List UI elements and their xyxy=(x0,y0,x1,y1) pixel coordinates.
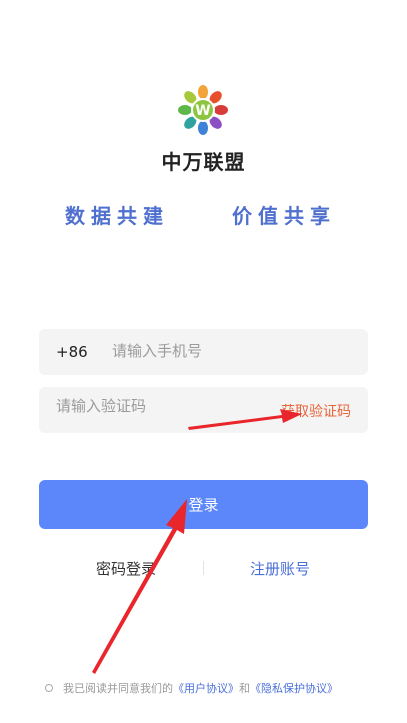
link-divider xyxy=(203,561,204,575)
country-code-selector[interactable]: +86 xyxy=(56,343,88,361)
agreement-connector: 和 xyxy=(239,682,250,695)
verification-code-input[interactable] xyxy=(56,395,256,417)
agreement-checkbox[interactable] xyxy=(45,684,53,692)
phone-input[interactable] xyxy=(112,340,352,362)
slogan-left: 数据共建 xyxy=(65,204,169,228)
verification-code-field: 获取验证码 xyxy=(39,387,368,433)
app-name: 中万联盟 xyxy=(161,150,246,174)
logo-letter: W xyxy=(195,103,210,119)
get-code-button[interactable]: 获取验证码 xyxy=(281,401,351,421)
agreement-prefix: 我已阅读并同意我们的 xyxy=(63,682,173,695)
privacy-policy-link[interactable]: 《隐私保护协议》 xyxy=(250,682,338,695)
slogan-right: 价值共享 xyxy=(232,204,336,228)
agreement-row: 我已阅读并同意我们的《用户协议》和《隐私保护协议》 xyxy=(45,680,338,696)
phone-field: +86 xyxy=(39,329,368,375)
register-link[interactable]: 注册账号 xyxy=(250,558,310,579)
login-button[interactable]: 登录 xyxy=(39,480,368,529)
password-login-link[interactable]: 密码登录 xyxy=(96,558,156,579)
user-agreement-link[interactable]: 《用户协议》 xyxy=(173,682,239,695)
app-logo-icon: W xyxy=(178,85,228,135)
